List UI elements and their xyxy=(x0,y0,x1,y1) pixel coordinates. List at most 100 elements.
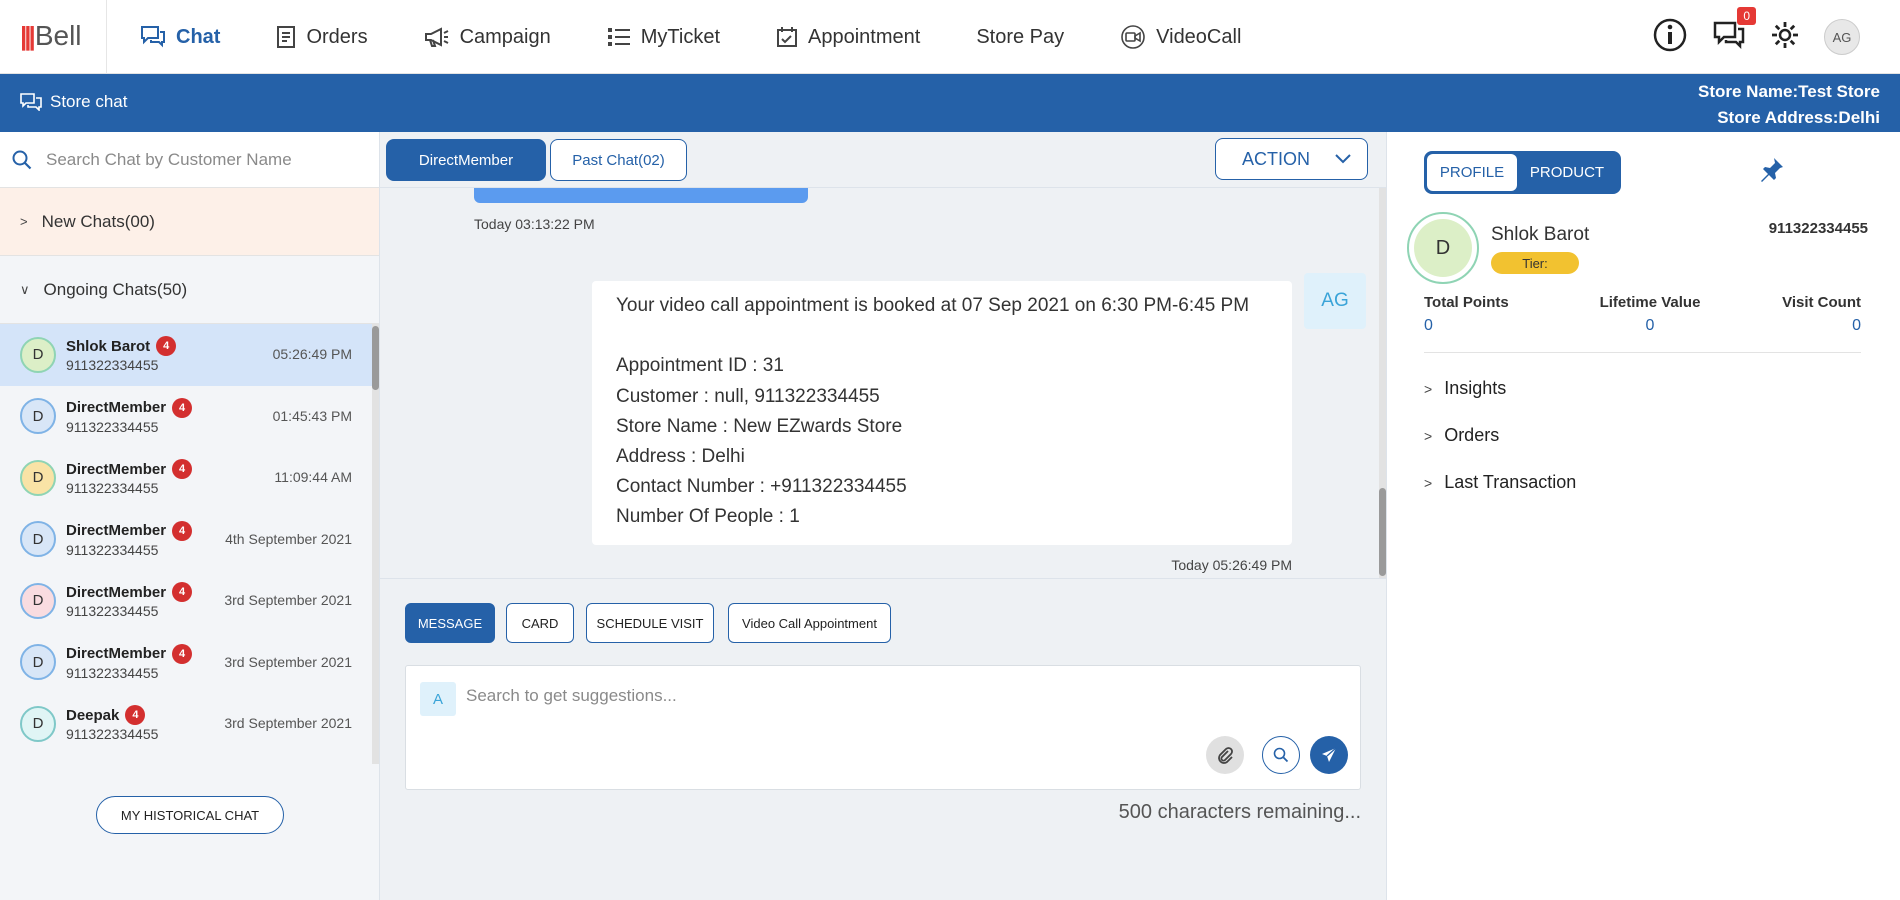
notification-badge: 0 xyxy=(1737,6,1756,25)
message-input[interactable] xyxy=(466,686,1266,706)
chat-info: DirectMember 4 911322334455 xyxy=(66,643,193,681)
previous-message-time: Today 03:13:22 PM xyxy=(474,216,595,232)
chat-list-item[interactable]: D Shlok Barot 4 911322334455 05:26:49 PM xyxy=(0,324,379,386)
chat-customer-name: DirectMember 4 xyxy=(66,397,193,418)
accordion-insights[interactable]: > Insights xyxy=(1424,378,1506,399)
chat-list-item[interactable]: D Deepak 4 911322334455 3rd September 202… xyxy=(0,693,379,755)
tier-badge: Tier: xyxy=(1491,252,1579,274)
customer-phone: 911322334455 xyxy=(66,603,159,620)
tab-product[interactable]: PRODUCT xyxy=(1517,154,1617,191)
video-icon xyxy=(1121,25,1145,49)
settings-button[interactable] xyxy=(1770,20,1800,55)
message-line: Customer : null, 911322334455 xyxy=(616,385,880,407)
logo-divider xyxy=(106,0,107,74)
chat-customer-name: DirectMember 4 xyxy=(66,520,193,541)
stat-value: 0 xyxy=(1852,317,1861,334)
unread-count-badge: 4 xyxy=(172,520,193,541)
message-thread: Today 03:13:22 PM Your video call appoin… xyxy=(380,188,1387,578)
chat-list-item[interactable]: D DirectMember 4 911322334455 01:45:43 PM xyxy=(0,386,379,448)
customer-name-text: DirectMember xyxy=(66,522,167,540)
message-line: Store Name : New EZwards Store xyxy=(616,415,903,437)
stat-label: Total Points xyxy=(1424,294,1509,311)
chat-list-item[interactable]: D DirectMember 4 911322334455 4th Septemb… xyxy=(0,509,379,571)
chat-time: 4th September 2021 xyxy=(225,530,352,547)
scrollbar-thumb[interactable] xyxy=(372,326,379,390)
store-name: Store Name:Test Store xyxy=(1697,82,1880,101)
nav-appointment[interactable]: Appointment xyxy=(776,26,920,49)
profile-product-toggle: PROFILE PRODUCT xyxy=(1424,151,1621,194)
chevron-right-icon: > xyxy=(1424,474,1433,491)
chat-icon xyxy=(141,26,165,48)
chat-search-input[interactable] xyxy=(46,149,346,170)
customer-name-text: DirectMember xyxy=(66,583,167,601)
list-icon xyxy=(607,28,630,46)
send-icon xyxy=(1322,747,1337,762)
action-label: ACTION xyxy=(1242,148,1311,169)
pin-icon xyxy=(1761,158,1783,182)
composer-tab-card[interactable]: CARD xyxy=(506,603,574,643)
tab-profile[interactable]: PROFILE xyxy=(1427,154,1517,191)
store-chat-title: Store chat xyxy=(20,92,128,112)
send-button[interactable] xyxy=(1310,736,1348,774)
message-scrollbar[interactable] xyxy=(1379,188,1386,578)
accordion-label: Last Transaction xyxy=(1444,472,1577,492)
nav-storepay[interactable]: Store Pay xyxy=(976,26,1064,49)
customer-profile-panel: PROFILE PRODUCT D Shlok Barot Tier: 9113… xyxy=(1387,132,1900,900)
nav-videocall[interactable]: VideoCall xyxy=(1120,25,1241,49)
chevron-right-icon: > xyxy=(1424,380,1433,397)
composer-tab-video-call-appointment[interactable]: Video Call Appointment xyxy=(728,603,891,643)
action-dropdown[interactable]: ACTION xyxy=(1215,138,1368,180)
user-menu[interactable]: AG xyxy=(1824,19,1860,55)
accordion-label: Orders xyxy=(1444,425,1500,445)
ongoing-chats-label: Ongoing Chats(50) xyxy=(43,279,188,299)
customer-avatar: D xyxy=(20,705,56,742)
accordion-orders[interactable]: > Orders xyxy=(1424,425,1499,446)
info-button[interactable] xyxy=(1652,17,1688,58)
message-line: Appointment ID : 31 xyxy=(616,355,784,377)
chat-time: 11:09:44 AM xyxy=(274,469,352,485)
chat-time: 01:45:43 PM xyxy=(272,407,352,424)
unread-count-badge: 4 xyxy=(172,582,193,603)
chat-customer-name: DirectMember 4 xyxy=(66,582,193,603)
gear-icon xyxy=(1772,21,1798,48)
stat-lifetime-value: Lifetime Value 0 xyxy=(1597,294,1703,335)
search-suggestions-button[interactable] xyxy=(1262,736,1300,774)
previous-message-bubble xyxy=(474,188,808,203)
message-line: Contact Number : +911322334455 xyxy=(616,476,907,498)
customer-phone: 911322334455 xyxy=(66,480,159,497)
composer-tab-schedule-visit[interactable]: SCHEDULE VISIT xyxy=(586,603,714,643)
stat-visit-count: Visit Count 0 xyxy=(1782,294,1861,335)
nav-myticket[interactable]: MyTicket xyxy=(607,26,720,49)
chat-customer-name: DirectMember 4 xyxy=(66,643,193,664)
chat-list-item[interactable]: D DirectMember 4 911322334455 3rd Septemb… xyxy=(0,570,379,632)
my-historical-chat-button[interactable]: MY HISTORICAL CHAT xyxy=(96,796,284,834)
ongoing-chats-section[interactable]: ∨ Ongoing Chats(50) xyxy=(0,256,379,324)
store-chat-label: Store chat xyxy=(50,92,128,111)
pin-button[interactable] xyxy=(1757,156,1785,189)
customer-phone: 911322334455 xyxy=(66,541,159,558)
chat-list-panel: > New Chats(00) ∨ Ongoing Chats(50) D Sh… xyxy=(0,132,380,900)
message-line: Number Of People : 1 xyxy=(616,506,800,528)
composer-tab-message[interactable]: MESSAGE xyxy=(405,603,495,643)
characters-remaining: 500 characters remaining... xyxy=(1118,801,1361,823)
chat-list-item[interactable]: D DirectMember 4 911322334455 3rd Septemb… xyxy=(0,632,379,694)
nav-campaign[interactable]: Campaign xyxy=(424,26,551,49)
nav-orders[interactable]: Orders xyxy=(276,25,368,49)
bell-logo[interactable]: ||| Bell xyxy=(20,20,82,52)
tab-past-chat[interactable]: Past Chat(02) xyxy=(550,139,687,181)
attach-button[interactable] xyxy=(1206,736,1244,774)
store-address: Store Address:Delhi xyxy=(1717,108,1880,127)
chat-info: Deepak 4 911322334455 xyxy=(66,705,158,742)
nav-chat[interactable]: Chat xyxy=(140,25,220,49)
message-line: Your video call appointment is booked at… xyxy=(616,295,1250,316)
chat-list-item[interactable]: D DirectMember 4 911322334455 11:09:44 AM xyxy=(0,447,379,509)
accordion-last-transaction[interactable]: > Last Transaction xyxy=(1424,472,1576,493)
message-line xyxy=(616,321,1268,351)
customer-avatar: D xyxy=(20,336,56,373)
notifications-button[interactable]: 0 xyxy=(1712,6,1756,56)
chat-info: DirectMember 4 911322334455 xyxy=(66,397,193,435)
scrollbar-thumb[interactable] xyxy=(1379,488,1386,576)
tab-direct-member[interactable]: DirectMember xyxy=(386,139,546,181)
new-chats-section[interactable]: > New Chats(00) xyxy=(0,188,379,256)
chat-list-scrollbar[interactable] xyxy=(372,324,379,764)
